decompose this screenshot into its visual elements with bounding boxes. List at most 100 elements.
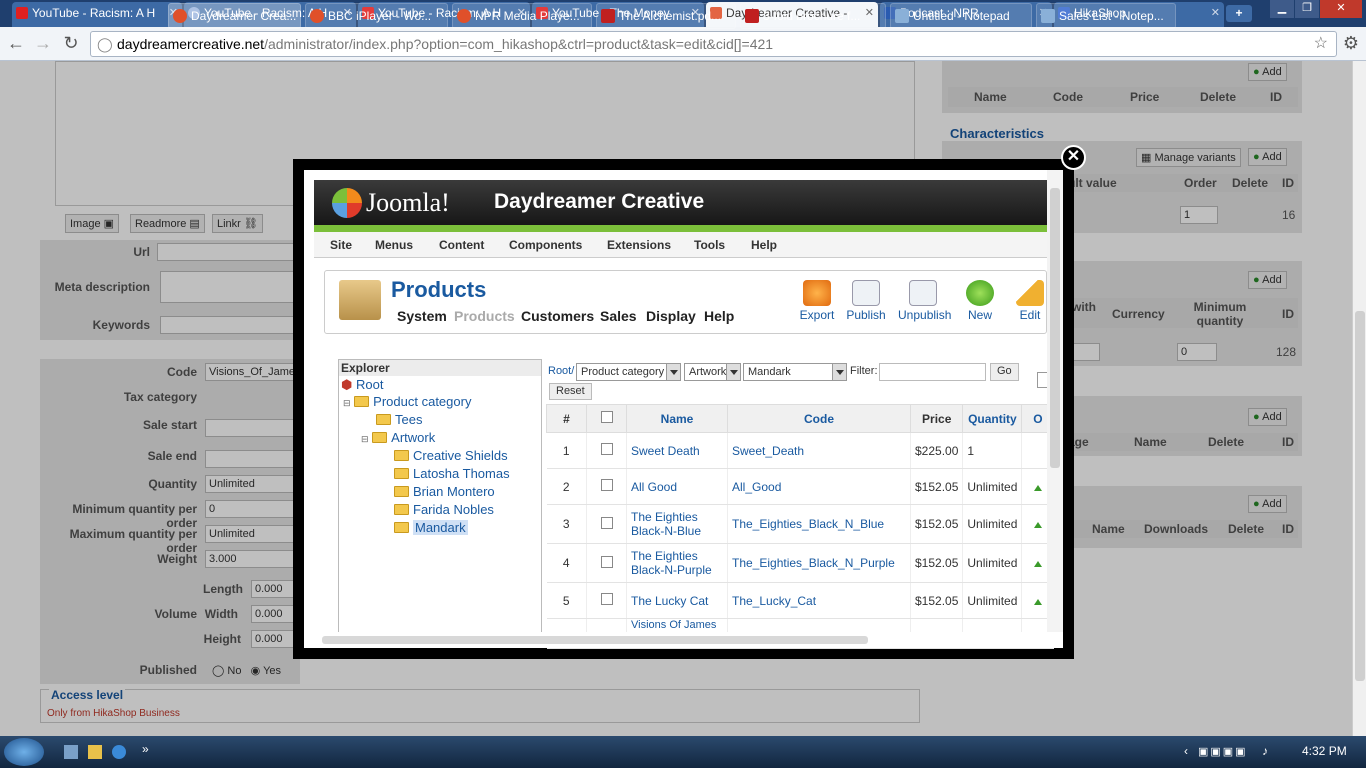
- tree-creative-shields[interactable]: Creative Shields: [394, 448, 508, 463]
- product-name-link[interactable]: The Eighties Black-N-Blue: [626, 504, 728, 544]
- modal-hscroll-track[interactable]: [304, 632, 1063, 648]
- wrench-icon[interactable]: ⚙: [1340, 33, 1362, 55]
- taskbar-item[interactable]: Untitled - Notepad: [890, 3, 1032, 29]
- product-code-link[interactable]: All_Good: [727, 468, 911, 505]
- address-bar[interactable]: ◯ daydreamercreative.net/administrator/i…: [90, 31, 1337, 57]
- category-type-select[interactable]: Product category: [576, 363, 681, 381]
- product-name-link[interactable]: The Lucky Cat: [626, 582, 728, 619]
- move-up-icon[interactable]: [1033, 484, 1042, 491]
- volume-icon[interactable]: ♪: [1262, 744, 1268, 758]
- tree-brian-montero[interactable]: Brian Montero: [394, 484, 495, 499]
- scrollbar-thumb[interactable]: [1355, 311, 1365, 681]
- row-checkbox[interactable]: [600, 516, 613, 529]
- new-button[interactable]: New: [955, 280, 1005, 322]
- bookmark-star-icon[interactable]: ☆: [1314, 32, 1328, 56]
- taskbar-clock[interactable]: 4:32 PM: [1302, 744, 1347, 758]
- quicklaunch-more-icon[interactable]: »: [142, 742, 149, 756]
- menu-content[interactable]: Content: [439, 238, 484, 252]
- tree-mandark[interactable]: Mandark: [394, 520, 468, 535]
- product-name-link[interactable]: The Eighties Black-N-Purple: [626, 543, 728, 583]
- tree-farida-nobles[interactable]: Farida Nobles: [394, 502, 494, 517]
- col-quantity[interactable]: Quantity: [962, 404, 1023, 433]
- submenu-sales[interactable]: Sales: [600, 308, 637, 324]
- product-name-link[interactable]: All Good: [626, 468, 728, 505]
- col-name[interactable]: Name: [626, 404, 728, 433]
- forward-icon[interactable]: →: [32, 33, 54, 55]
- menu-help[interactable]: Help: [751, 238, 777, 252]
- maximize-button[interactable]: ❐: [1295, 0, 1319, 18]
- tree-root[interactable]: ⬢ Root: [341, 377, 383, 393]
- modal-vscroll-track[interactable]: [1047, 170, 1063, 632]
- product-name-link[interactable]: Sweet Death: [626, 432, 728, 469]
- go-button[interactable]: Go: [990, 363, 1019, 381]
- taskbar-item[interactable]: The Alchemist.pd...: [596, 3, 736, 29]
- start-button[interactable]: [4, 738, 44, 766]
- menu-tools[interactable]: Tools: [694, 238, 725, 252]
- category-select[interactable]: Mandark: [743, 363, 847, 381]
- menu-extensions[interactable]: Extensions: [607, 238, 671, 252]
- product-price: $152.05: [910, 468, 964, 505]
- menu-components[interactable]: Components: [509, 238, 582, 252]
- page-scrollbar[interactable]: [1352, 61, 1366, 736]
- ie-icon[interactable]: [112, 745, 126, 759]
- row-checkbox[interactable]: [600, 593, 613, 605]
- menu-site[interactable]: Site: [330, 238, 352, 252]
- product-code-link[interactable]: Sweet_Death: [727, 432, 911, 469]
- row-number: 1: [546, 432, 587, 469]
- minimize-button[interactable]: ▁: [1270, 0, 1294, 18]
- new-tab-button[interactable]: +: [1226, 5, 1252, 22]
- hscroll-thumb[interactable]: [322, 636, 868, 644]
- vscroll-thumb[interactable]: [1050, 188, 1060, 468]
- taskbar-item[interactable]: NPR Media Playe...: [452, 3, 592, 29]
- product-code-link[interactable]: The_Eighties_Black_N_Blue: [727, 504, 911, 544]
- window-close-button[interactable]: ✕: [1320, 0, 1362, 18]
- product-code-link[interactable]: The_Lucky_Cat: [727, 582, 911, 619]
- unpublish-button[interactable]: Unpublish: [898, 280, 951, 322]
- tree-product-category[interactable]: ⊟ Product category: [343, 394, 471, 409]
- submenu-customers[interactable]: Customers: [521, 308, 594, 324]
- tree-latosha-thomas[interactable]: Latosha Thomas: [394, 466, 510, 481]
- browser-tab[interactable]: YouTube - Racism: A H✕: [12, 2, 182, 27]
- col-code[interactable]: Code: [727, 404, 911, 433]
- folder-icon: [372, 432, 388, 443]
- move-up-icon[interactable]: [1033, 561, 1042, 567]
- col-select-all[interactable]: [586, 404, 627, 433]
- submenu-display[interactable]: Display: [646, 308, 696, 324]
- system-tray-icons[interactable]: ▣▣▣▣: [1198, 745, 1258, 759]
- collapse-icon[interactable]: ⊟: [343, 398, 351, 408]
- filter-breadcrumb[interactable]: Root/: [548, 365, 574, 377]
- tray-expand-icon[interactable]: ‹: [1184, 744, 1188, 758]
- submenu-products[interactable]: Products: [454, 308, 515, 324]
- export-button[interactable]: Export: [792, 280, 842, 322]
- folder-icon: [376, 414, 391, 425]
- taskbar-item[interactable]: 3-fold brochure f...: [740, 3, 886, 29]
- collapse-icon[interactable]: ⊟: [361, 434, 369, 444]
- explorer-icon[interactable]: [88, 745, 102, 759]
- reset-button[interactable]: Reset: [549, 383, 592, 400]
- filter-input[interactable]: [879, 363, 986, 381]
- publish-button[interactable]: Publish: [841, 280, 891, 322]
- row-checkbox[interactable]: [600, 479, 613, 491]
- taskbar-item[interactable]: Sales List - Notep...: [1036, 3, 1176, 29]
- taskbar-item[interactable]: BBC iPlayer - Wo...: [305, 3, 448, 29]
- menu-menus[interactable]: Menus: [375, 238, 413, 252]
- table-header-row: # Name Code Price Quantity O: [546, 404, 1055, 433]
- submenu-help[interactable]: Help: [704, 308, 734, 324]
- submenu-system[interactable]: System: [397, 308, 447, 324]
- show-desktop-icon[interactable]: [64, 745, 78, 759]
- parent-category-select[interactable]: Artwork: [684, 363, 741, 381]
- row-checkbox[interactable]: [600, 555, 613, 568]
- reload-icon[interactable]: ↻: [60, 33, 82, 55]
- col-number: #: [546, 404, 587, 433]
- product-code-link[interactable]: The_Eighties_Black_N_Purple: [727, 543, 911, 583]
- back-icon[interactable]: ←: [5, 33, 27, 55]
- select-all-checkbox[interactable]: [600, 411, 613, 423]
- move-up-icon[interactable]: [1033, 598, 1042, 605]
- move-up-icon[interactable]: [1033, 522, 1042, 528]
- tree-artwork[interactable]: ⊟ Artwork: [361, 430, 435, 445]
- url-domain: daydreamercreative.net: [117, 36, 265, 52]
- tree-tees[interactable]: Tees: [376, 412, 422, 427]
- close-icon[interactable]: ✕: [1211, 2, 1220, 24]
- row-checkbox[interactable]: [600, 443, 613, 455]
- taskbar-item-chrome-active[interactable]: Daydreamer Crea...: [168, 3, 301, 29]
